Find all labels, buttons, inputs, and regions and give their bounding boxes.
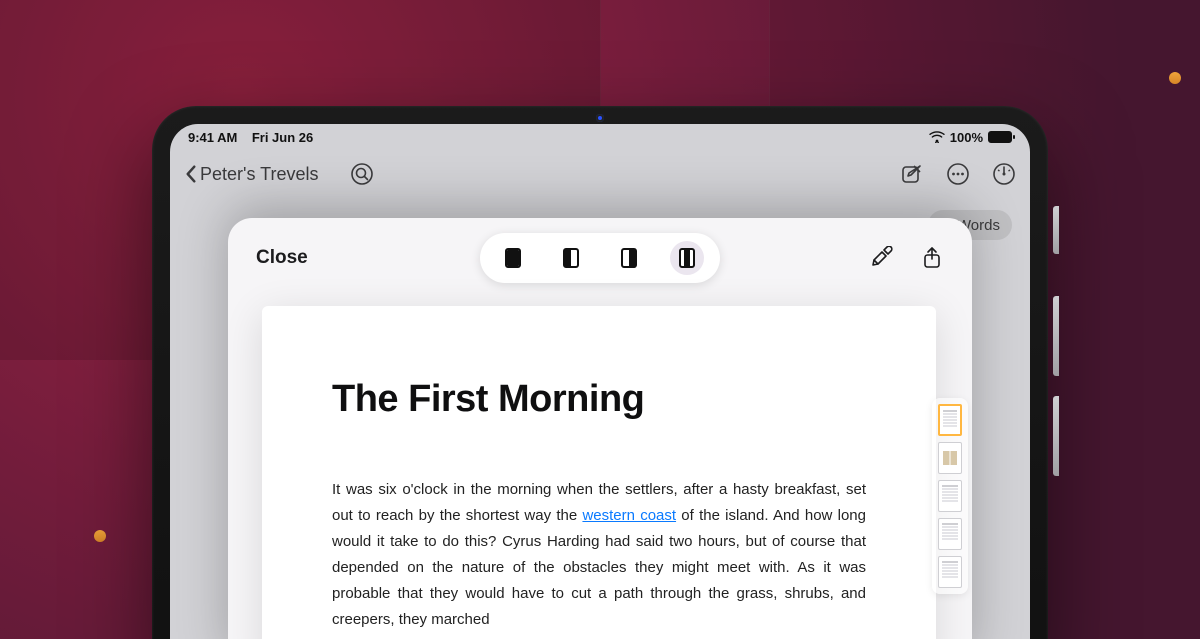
status-time: 9:41 AM <box>188 130 237 145</box>
thumbnail-page-3[interactable] <box>938 480 962 512</box>
back-button[interactable]: Peter's Trevels <box>184 164 318 185</box>
page-center-icon <box>679 248 695 268</box>
battery-pct: 100% <box>950 130 983 145</box>
view-mode-left[interactable] <box>554 241 588 275</box>
page-full-icon <box>505 248 521 268</box>
page-right-icon <box>621 248 637 268</box>
battery-icon <box>988 131 1012 143</box>
page-thumbnails[interactable] <box>932 398 968 594</box>
preview-sheet: Close <box>228 218 972 639</box>
compose-icon[interactable] <box>900 162 924 186</box>
view-mode-center[interactable] <box>670 241 704 275</box>
close-button[interactable]: Close <box>256 247 308 269</box>
nav-bar: Peter's Trevels <box>170 152 1030 196</box>
thumbnail-page-5[interactable] <box>938 556 962 588</box>
decorative-dot <box>94 530 106 542</box>
view-mode-segmented <box>480 233 720 283</box>
status-bar: 9:41 AM Fri Jun 26 100% <box>170 124 1030 148</box>
document-body: It was six o'clock in the morning when t… <box>332 477 866 633</box>
gauge-icon[interactable] <box>992 162 1016 186</box>
format-brush-icon[interactable] <box>870 246 894 270</box>
more-icon[interactable] <box>946 162 970 186</box>
share-icon[interactable] <box>920 246 944 270</box>
thumbnail-page-2[interactable] <box>938 442 962 474</box>
page-left-icon <box>563 248 579 268</box>
document-page[interactable]: The First Morning It was six o'clock in … <box>262 306 936 639</box>
thumbnail-page-4[interactable] <box>938 518 962 550</box>
sheet-toolbar: Close <box>228 218 972 298</box>
screen: 9:41 AM Fri Jun 26 100% Peter's <box>170 124 1030 639</box>
view-mode-right[interactable] <box>612 241 646 275</box>
inline-link[interactable]: western coast <box>582 507 676 524</box>
status-date: Fri Jun 26 <box>252 130 313 145</box>
volume-up-button <box>1053 296 1059 376</box>
wifi-icon <box>929 131 945 143</box>
front-camera <box>596 114 604 122</box>
decorative-dot <box>1169 72 1181 84</box>
document-title: The First Morning <box>332 378 866 421</box>
thumbnail-page-1[interactable] <box>938 404 962 436</box>
back-label: Peter's Trevels <box>200 164 318 185</box>
ipad-frame: 9:41 AM Fri Jun 26 100% Peter's <box>152 106 1048 639</box>
volume-down-button <box>1053 396 1059 476</box>
chevron-left-icon <box>184 165 198 183</box>
power-button <box>1053 206 1059 254</box>
search-icon[interactable] <box>350 162 374 186</box>
view-mode-full[interactable] <box>496 241 530 275</box>
